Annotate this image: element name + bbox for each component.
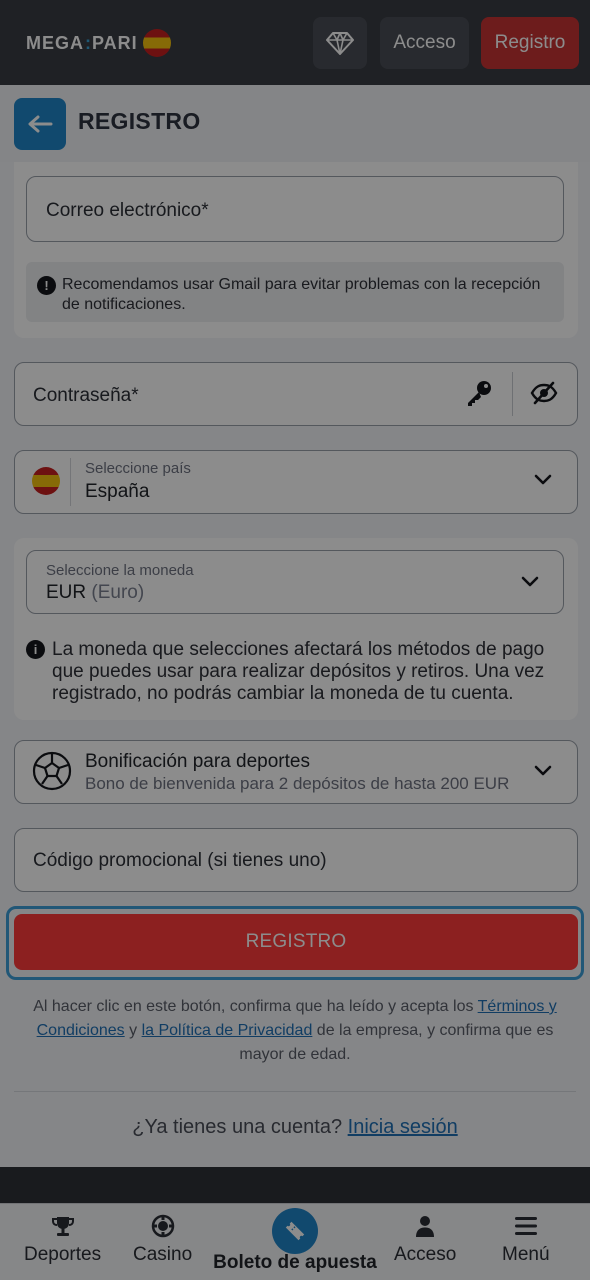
spain-flag-icon: [142, 29, 171, 57]
currency-value: EUR (Euro): [46, 582, 144, 604]
nav-menu-label: Menú: [502, 1244, 550, 1265]
legal-text: Al hacer clic en este botón, confirma qu…: [28, 995, 562, 1067]
footer-strip: [0, 1167, 590, 1203]
bonus-subtitle: Bono de bienvenida para 2 depósitos de h…: [85, 774, 510, 793]
logo-text-right: PARI: [92, 32, 138, 53]
register-submit-button[interactable]: REGISTRO: [14, 914, 578, 970]
password-divider: [512, 372, 513, 416]
vip-button[interactable]: [313, 17, 367, 69]
nav-login-label: Acceso: [394, 1244, 457, 1265]
back-button[interactable]: [14, 98, 66, 150]
login-prompt: ¿Ya tienes una cuenta? Inicia sesión: [0, 1116, 590, 1139]
user-icon: [416, 1216, 435, 1237]
casino-chip-icon: [151, 1214, 174, 1238]
soccer-ball-icon: [32, 751, 72, 791]
country-divider: [70, 458, 71, 506]
country-value: España: [85, 481, 150, 502]
trophy-icon: [51, 1217, 74, 1236]
chevron-down-icon: [534, 474, 552, 485]
legal-text-part2: y: [124, 1022, 142, 1039]
login-link[interactable]: Inicia sesión: [348, 1116, 458, 1138]
bonus-title: Bonificación para deportes: [85, 751, 310, 772]
info-icon: i: [26, 640, 45, 659]
arrow-left-icon: [28, 115, 53, 133]
ticket-icon: [285, 1221, 305, 1241]
login-prompt-text: ¿Ya tienes una cuenta?: [132, 1116, 348, 1138]
promo-code-placeholder: Código promocional (si tienes uno): [33, 850, 327, 871]
spain-flag-icon: [32, 467, 60, 495]
page-title: REGISTRO: [78, 108, 201, 134]
header-login-button[interactable]: Acceso: [380, 17, 469, 69]
gmail-note-text: Recomendamos usar Gmail para evitar prob…: [62, 276, 541, 313]
country-label: Seleccione país: [85, 460, 191, 477]
megapari-logo[interactable]: MEGA : PARI: [26, 26, 171, 60]
chevron-down-icon: [534, 765, 552, 776]
currency-name: (Euro): [91, 582, 145, 603]
password-placeholder: Contraseña*: [33, 385, 139, 406]
info-icon: !: [37, 276, 56, 295]
header-register-button[interactable]: Registro: [481, 17, 579, 69]
hamburger-menu-icon: [514, 1217, 537, 1235]
privacy-link[interactable]: la Política de Privacidad: [142, 1022, 313, 1039]
currency-code: EUR: [46, 582, 87, 603]
key-icon[interactable]: [464, 378, 494, 413]
currency-label: Seleccione la moneda: [46, 562, 194, 579]
logo-text-left: MEGA: [26, 32, 84, 53]
nav-menu[interactable]: Menú: [502, 1214, 550, 1266]
eye-slash-icon[interactable]: [530, 381, 558, 410]
diamond-icon: [326, 32, 354, 55]
divider: [14, 1091, 576, 1092]
legal-text-part1: Al hacer clic en este botón, confirma qu…: [33, 998, 478, 1015]
nav-betslip[interactable]: [272, 1208, 318, 1254]
currency-note-text: La moneda que selecciones afectará los m…: [52, 639, 545, 704]
nav-login[interactable]: Acceso: [394, 1214, 456, 1266]
email-placeholder: Correo electrónico*: [46, 200, 209, 221]
logo-separator: :: [85, 32, 91, 53]
chevron-down-icon: [521, 576, 539, 587]
